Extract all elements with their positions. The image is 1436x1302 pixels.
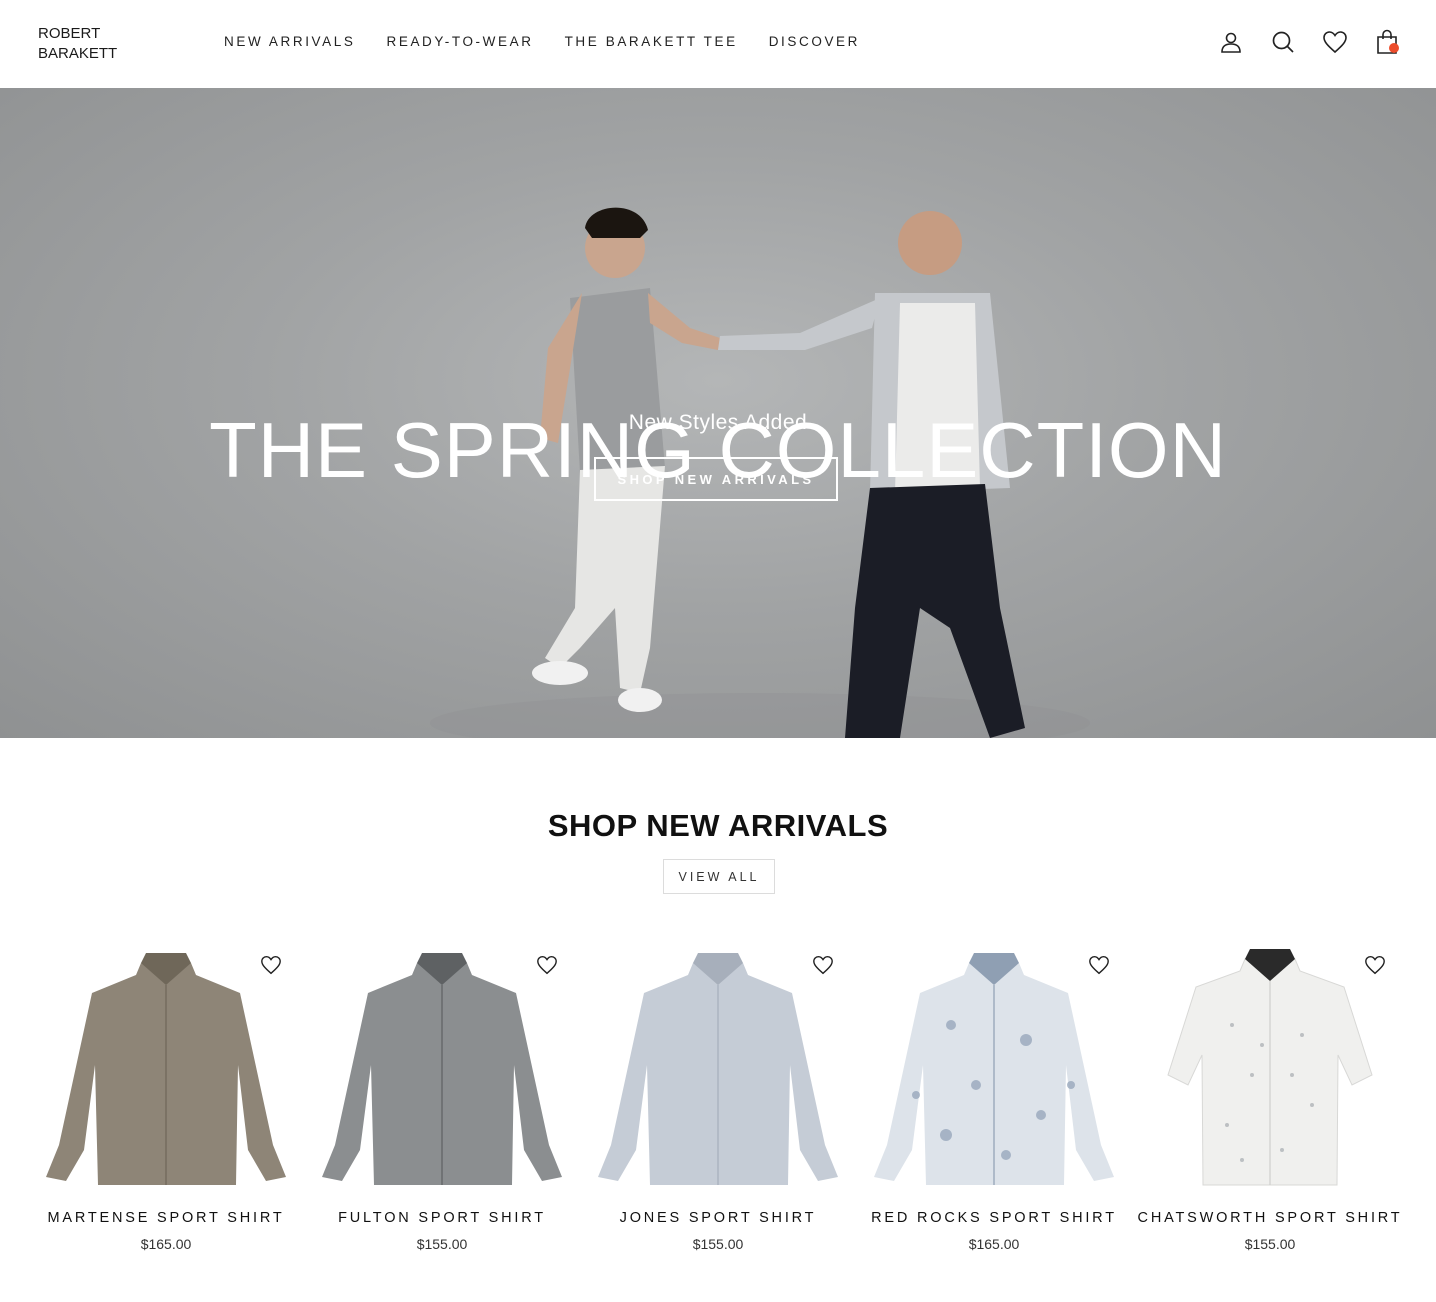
nav-barakett-tee[interactable]: THE BARAKETT TEE <box>565 33 738 51</box>
product-grid: MARTENSE SPORT SHIRT $165.00 FULTON SPOR… <box>28 945 1408 1265</box>
product-card[interactable]: RED ROCKS SPORT SHIRT $165.00 <box>856 945 1132 1265</box>
account-icon[interactable] <box>1218 28 1244 56</box>
wishlist-heart-icon[interactable] <box>260 955 282 975</box>
hero-subtitle: New Styles Added <box>628 411 808 434</box>
shopping-bag-icon[interactable] <box>1374 28 1400 56</box>
product-name[interactable]: RED ROCKS SPORT SHIRT <box>856 1210 1132 1226</box>
product-name[interactable]: JONES SPORT SHIRT <box>580 1210 856 1226</box>
nav-new-arrivals[interactable]: NEW ARRIVALS <box>224 33 355 51</box>
product-name[interactable]: FULTON SPORT SHIRT <box>304 1210 580 1226</box>
brand-logo-line2: BARAKETT <box>38 45 118 62</box>
product-name[interactable]: CHATSWORTH SPORT SHIRT <box>1132 1210 1408 1226</box>
product-price: $155.00 <box>1244 1236 1296 1252</box>
wishlist-heart-icon[interactable] <box>1322 28 1348 56</box>
product-image[interactable] <box>856 945 1132 1195</box>
wishlist-heart-icon[interactable] <box>1088 955 1110 975</box>
section-title: SHOP NEW ARRIVALS <box>547 808 889 843</box>
product-price: $165.00 <box>968 1236 1020 1252</box>
view-all-button[interactable]: VIEW ALL <box>663 859 775 894</box>
wishlist-heart-icon[interactable] <box>1364 955 1386 975</box>
product-image[interactable] <box>1132 945 1408 1195</box>
product-card[interactable]: JONES SPORT SHIRT $155.00 <box>580 945 856 1265</box>
product-image[interactable] <box>304 945 580 1195</box>
product-price: $165.00 <box>140 1236 192 1252</box>
shop-new-arrivals-button[interactable]: SHOP NEW ARRIVALS <box>594 457 838 501</box>
search-icon[interactable] <box>1270 28 1296 56</box>
header-icons <box>1218 28 1400 56</box>
wishlist-heart-icon[interactable] <box>536 955 558 975</box>
product-card[interactable]: FULTON SPORT SHIRT $155.00 <box>304 945 580 1265</box>
brand-logo[interactable]: ROBERT BARAKETT <box>38 24 190 64</box>
hero-banner[interactable]: THE SPRING COLLECTION New Styles Added S… <box>0 88 1436 738</box>
product-price: $155.00 <box>692 1236 744 1252</box>
main-nav: NEW ARRIVALS READY-TO-WEAR THE BARAKETT … <box>224 33 860 51</box>
product-price: $155.00 <box>416 1236 468 1252</box>
nav-discover[interactable]: DISCOVER <box>769 33 860 51</box>
brand-logo-line1: ROBERT <box>38 25 101 42</box>
product-card[interactable]: MARTENSE SPORT SHIRT $165.00 <box>28 945 304 1265</box>
site-header: ROBERT BARAKETT NEW ARRIVALS READY-TO-WE… <box>0 0 1436 88</box>
wishlist-heart-icon[interactable] <box>812 955 834 975</box>
product-image[interactable] <box>28 945 304 1195</box>
product-name[interactable]: MARTENSE SPORT SHIRT <box>28 1210 304 1226</box>
product-image[interactable] <box>580 945 856 1195</box>
product-card[interactable]: CHATSWORTH SPORT SHIRT $155.00 <box>1132 945 1408 1265</box>
cart-indicator-dot <box>1389 43 1399 53</box>
nav-ready-to-wear[interactable]: READY-TO-WEAR <box>386 33 533 51</box>
